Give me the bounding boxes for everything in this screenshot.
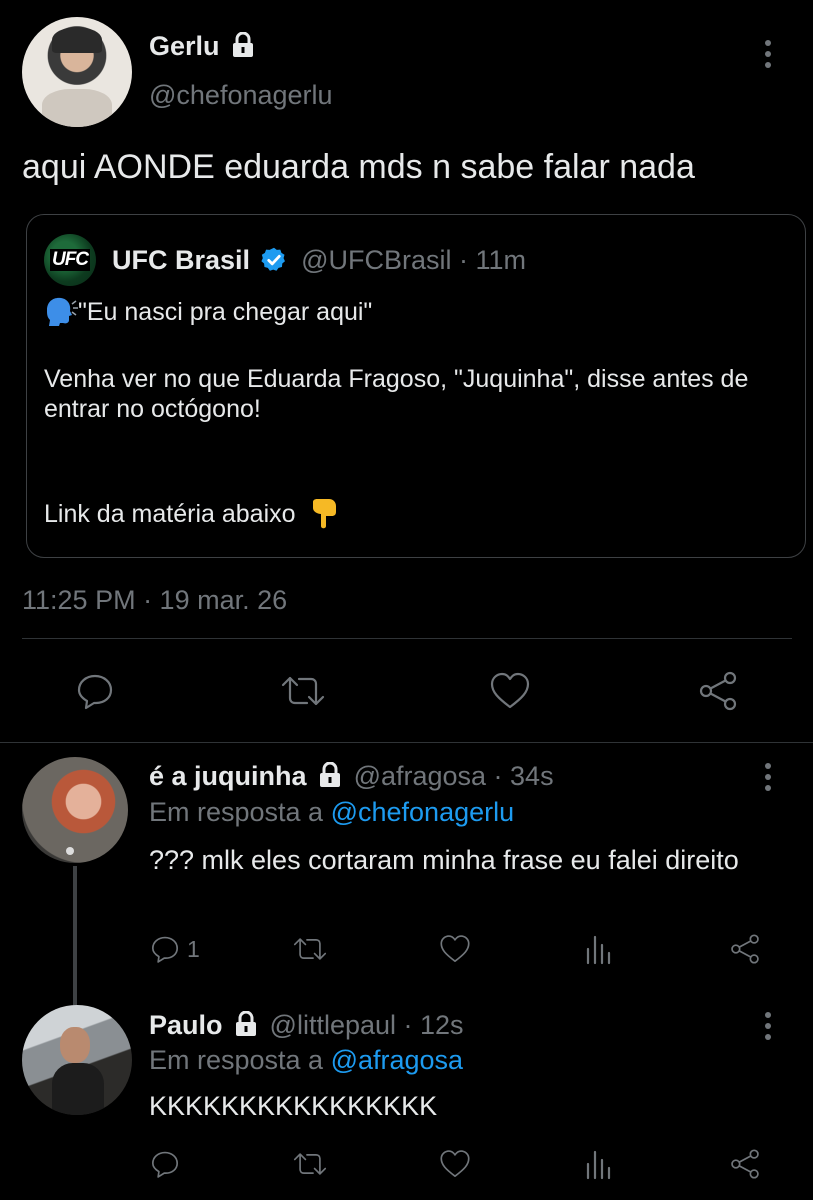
reply2-analytics-button[interactable] <box>584 1148 614 1180</box>
reply1-retweet-button[interactable] <box>292 933 328 965</box>
reply2-author-row: Paulo @littlepaul · 12s <box>149 1010 464 1041</box>
analytics-icon <box>586 1150 611 1180</box>
analytics-icon <box>586 935 611 965</box>
quoted-line3-row: Link da matéria abaixo <box>44 498 339 530</box>
reply1-analytics-button[interactable] <box>584 933 614 965</box>
reply1-context: Em resposta a @chefonagerlu <box>149 797 515 827</box>
thread-line <box>73 866 77 1006</box>
more-options-icon[interactable] <box>764 763 772 791</box>
lock-icon <box>233 31 254 57</box>
reply1-handle-time: @afragosa · 34s <box>353 761 554 791</box>
quoted-author-row: UFC Brasil @UFCBrasil · 11m <box>112 245 526 276</box>
reply2-handle-time: @littlepaul · 12s <box>269 1010 464 1040</box>
share-icon <box>699 671 737 711</box>
reply1-mention-link[interactable]: @chefonagerlu <box>331 797 515 827</box>
retweet-icon <box>293 1153 327 1175</box>
reply2-author-name[interactable]: Paulo <box>149 1010 223 1040</box>
quoted-line2: Venha ver no que Eduarda Fragoso, "Juqui… <box>44 365 749 423</box>
reply2-context: Em resposta a @afragosa <box>149 1045 464 1075</box>
reply1-author-name[interactable]: é a juquinha <box>149 761 307 791</box>
tweet-timestamp[interactable]: 11:25 PM · 19 mar. 26 <box>22 585 287 616</box>
reply2-like-button[interactable] <box>438 1148 472 1180</box>
quoted-line3: Link da matéria abaixo <box>44 500 296 528</box>
author-name[interactable]: Gerlu <box>149 31 220 61</box>
quoted-author-name[interactable]: UFC Brasil <box>112 245 250 275</box>
pointing-down-emoji-icon <box>312 499 336 529</box>
reply2-text: KKKKKKKKKKKKKKKK <box>149 1091 438 1121</box>
ufc-logo: UFC <box>44 234 96 286</box>
quoted-handle-time: @UFCBrasil · 11m <box>301 245 527 275</box>
reply-icon <box>77 674 113 710</box>
avatar-gerlu[interactable] <box>22 17 132 127</box>
reply2-reply-button[interactable] <box>149 1148 181 1180</box>
author-handle[interactable]: @chefonagerlu <box>149 80 333 111</box>
share-icon <box>731 934 759 964</box>
more-options-icon[interactable] <box>764 40 772 68</box>
lock-icon <box>320 761 341 787</box>
share-icon <box>731 1149 759 1179</box>
avatar-littlepaul[interactable] <box>22 1005 132 1115</box>
lock-icon <box>236 1010 257 1036</box>
divider <box>22 638 792 639</box>
section-divider <box>0 742 813 743</box>
reply1-share-button[interactable] <box>728 933 762 965</box>
more-options-icon[interactable] <box>764 1012 772 1040</box>
reply-button[interactable] <box>74 670 116 712</box>
verified-badge-icon <box>260 247 285 271</box>
like-button[interactable] <box>488 670 532 712</box>
reply1-reply-button[interactable]: 1 <box>149 933 200 965</box>
reply2-share-button[interactable] <box>728 1148 762 1180</box>
heart-icon <box>440 935 470 963</box>
author-name-row: Gerlu <box>149 31 255 62</box>
reply-icon <box>151 1151 179 1178</box>
retweet-icon <box>293 938 327 960</box>
reply1-text: ??? mlk eles cortaram minha frase eu fal… <box>149 845 739 875</box>
quoted-line1-row: "Eu nasci pra chegar aqui" <box>44 296 372 327</box>
reply2-retweet-button[interactable] <box>292 1148 328 1180</box>
reply1-author-row: é a juquinha @afragosa · 34s <box>149 761 554 792</box>
quoted-line1: "Eu nasci pra chegar aqui" <box>78 298 373 326</box>
reply-icon <box>151 936 179 963</box>
retweet-button[interactable] <box>280 670 326 712</box>
avatar-afragosa[interactable] <box>22 757 128 863</box>
retweet-icon <box>281 676 325 706</box>
tweet-text: aqui AONDE eduarda mds n sabe falar nada <box>22 148 695 186</box>
reply2-mention-link[interactable]: @afragosa <box>331 1045 463 1075</box>
heart-icon <box>440 1150 470 1178</box>
heart-icon <box>490 672 530 709</box>
share-button[interactable] <box>696 670 740 712</box>
reply1-like-button[interactable] <box>438 933 472 965</box>
reply1-reply-count: 1 <box>187 935 200 962</box>
speaking-head-emoji-icon <box>47 297 78 326</box>
